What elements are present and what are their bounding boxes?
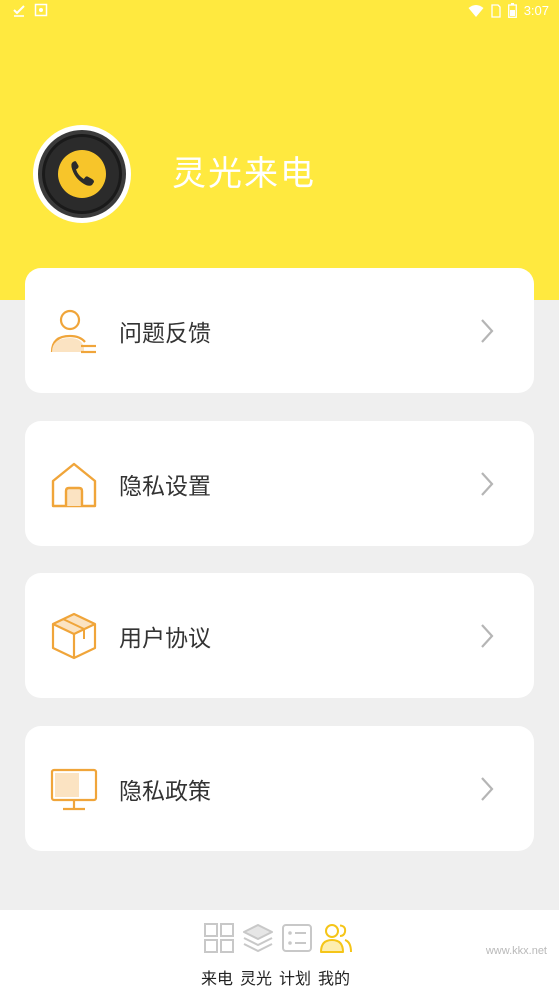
bottom-tab-bar: 来电 灵光 计划 我的 xyxy=(0,910,559,997)
home-icon xyxy=(51,462,97,508)
chevron-right-icon xyxy=(481,777,494,801)
sim-icon xyxy=(491,3,501,18)
list-icon[interactable] xyxy=(281,922,313,954)
menu-item-label: 隐私政策 xyxy=(119,779,211,805)
monitor-icon xyxy=(50,768,98,811)
layers-icon[interactable] xyxy=(242,922,274,954)
status-time: 3:07 xyxy=(523,3,549,18)
battery-icon xyxy=(507,3,517,18)
notification-icon xyxy=(34,3,48,17)
menu-item-feedback[interactable]: 问题反馈 xyxy=(25,268,534,393)
user-feedback-icon xyxy=(50,309,96,354)
tab-label-calls[interactable]: 来电 xyxy=(201,965,233,989)
tab-label-plan[interactable]: 计划 xyxy=(279,965,311,989)
phone-icon xyxy=(58,150,106,198)
status-bar: 3:07 xyxy=(0,0,559,24)
chevron-right-icon xyxy=(481,624,494,648)
download-check-icon xyxy=(13,5,25,17)
menu-item-privacy-settings[interactable]: 隐私设置 xyxy=(25,421,534,546)
tab-label-inspiration[interactable]: 灵光 xyxy=(240,965,272,989)
box-icon xyxy=(51,612,97,660)
avatar[interactable] xyxy=(33,125,131,223)
chevron-right-icon xyxy=(481,319,494,343)
menu-item-label: 问题反馈 xyxy=(119,321,211,347)
menu-item-privacy-policy[interactable]: 隐私政策 xyxy=(25,726,534,851)
app-name: 灵光来电 xyxy=(172,154,316,194)
menu-item-user-agreement[interactable]: 用户协议 xyxy=(25,573,534,698)
menu-item-label: 隐私设置 xyxy=(119,474,211,500)
grid-icon[interactable] xyxy=(203,922,235,954)
chevron-right-icon xyxy=(481,472,494,496)
users-icon[interactable] xyxy=(320,922,352,954)
watermark: www.kkx.net xyxy=(485,945,547,957)
menu-item-label: 用户协议 xyxy=(119,626,211,652)
wifi-icon xyxy=(468,4,484,17)
tab-label-mine[interactable]: 我的 xyxy=(318,965,350,989)
